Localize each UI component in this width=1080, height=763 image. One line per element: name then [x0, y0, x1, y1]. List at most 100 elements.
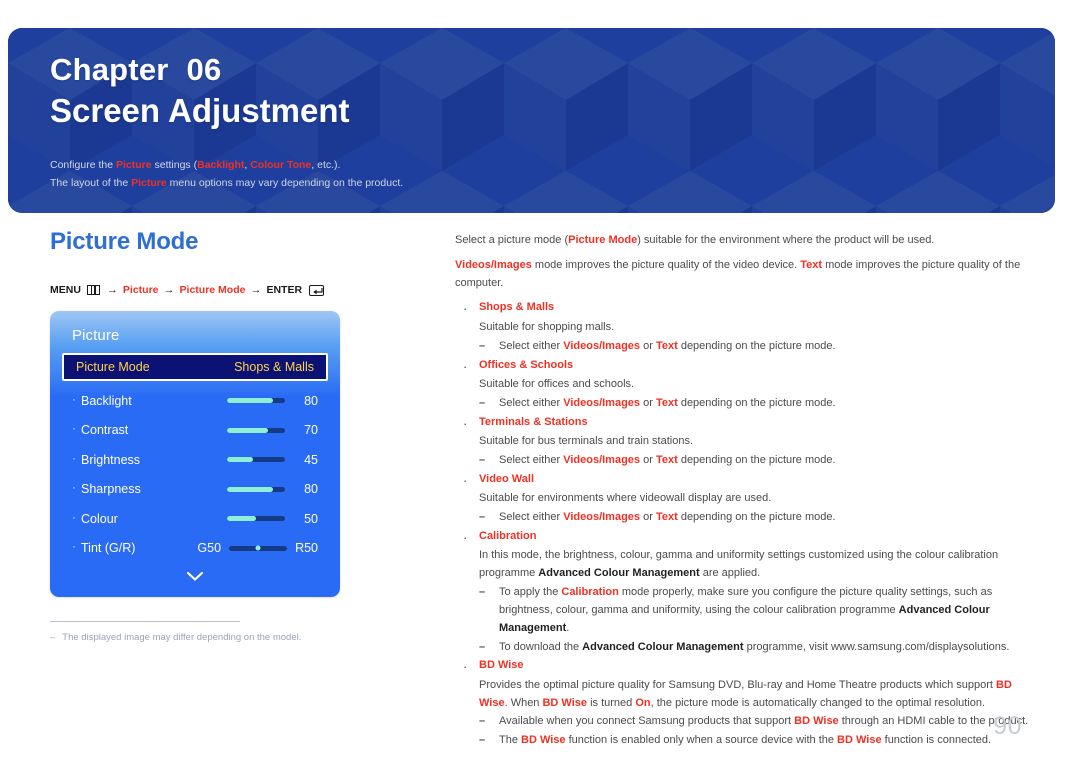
- option-heading: · Offices & Schools: [455, 357, 1035, 377]
- text: or: [640, 339, 656, 352]
- bullet-icon: ·: [463, 529, 468, 545]
- option-title: Shops & Malls: [479, 301, 555, 314]
- slider-fill: [227, 427, 268, 433]
- osd-slider-brightness[interactable]: [227, 457, 285, 463]
- osd-slider-tint[interactable]: [229, 545, 288, 551]
- option-heading: · Shops & Malls: [455, 299, 1035, 319]
- enter-key-icon: [309, 284, 325, 296]
- right-column: Select a picture mode (Picture Mode) sui…: [455, 232, 1035, 751]
- text: Provides the optimal picture quality for…: [479, 678, 997, 691]
- osd-row-label: Tint (G/R): [81, 541, 136, 556]
- text: , the picture mode is automatically chan…: [650, 696, 986, 709]
- option-subnote: – To apply the Calibration mode properly…: [479, 584, 1035, 637]
- highlight-backlight: Backlight: [197, 159, 245, 172]
- highlight-videos-images: Videos/Images: [563, 511, 641, 524]
- highlight-calibration: Calibration: [561, 586, 619, 599]
- highlight-colour-tone: Colour Tone: [250, 159, 312, 172]
- option-title: BD Wise: [479, 659, 524, 672]
- slider-fill: [227, 457, 254, 463]
- highlight-picture: Picture: [131, 177, 167, 190]
- dash-icon: –: [479, 454, 486, 466]
- banner-desc-line-2: The layout of the Picture menu options m…: [50, 174, 1055, 192]
- list-item: · Offices & Schools Suitable for offices…: [455, 357, 1035, 413]
- page-title: Picture Mode: [50, 228, 199, 255]
- arrow-icon: →: [250, 284, 262, 296]
- footnote: – The displayed image may differ dependi…: [50, 631, 340, 645]
- slider-fill: [227, 516, 256, 522]
- bullet-icon: ·: [463, 472, 468, 488]
- osd-row-backlight[interactable]: · Backlight 80: [60, 386, 330, 416]
- chapter-banner: Chapter 06 Screen Adjustment Configure th…: [8, 28, 1055, 213]
- option-heading: · Video Wall: [455, 471, 1035, 491]
- option-description: In this mode, the brightness, colour, ga…: [479, 547, 1035, 583]
- highlight-text: Text: [655, 339, 678, 352]
- chapter-label: Chapter: [50, 52, 169, 87]
- osd-row-brightness[interactable]: · Brightness 45: [60, 445, 330, 475]
- osd-picture-menu[interactable]: Picture Picture Mode Shops & Malls · Bac…: [50, 311, 340, 597]
- slider-knob[interactable]: [255, 545, 261, 551]
- option-description: Suitable for bus terminals and train sta…: [479, 435, 694, 448]
- bold-advanced-colour-management: Advanced Colour Management: [538, 567, 700, 580]
- osd-row-colour[interactable]: · Colour 50: [60, 504, 330, 534]
- osd-bullet-icon: ·: [72, 450, 76, 465]
- text: depending on the picture mode.: [677, 339, 836, 352]
- osd-scroll-down[interactable]: [50, 563, 340, 587]
- banner-description: Configure the Picture settings (Backligh…: [50, 156, 1055, 192]
- osd-slider-colour[interactable]: [227, 516, 285, 522]
- text: depending on the picture mode.: [677, 396, 836, 409]
- option-description: Suitable for offices and schools.: [479, 378, 635, 391]
- option-subnote: – Select either Videos/Images or Text de…: [479, 452, 1035, 470]
- text: are applied.: [699, 567, 761, 580]
- chapter-number: 06: [186, 52, 222, 87]
- text: function is connected.: [881, 734, 992, 747]
- text: function is enabled only when a source d…: [565, 734, 838, 747]
- menu-label: MENU: [50, 284, 81, 296]
- osd-row-label: Picture Mode: [76, 360, 150, 374]
- footnote-text: The displayed image may differ depending…: [62, 632, 302, 643]
- banner-desc-line-1: Configure the Picture settings (Backligh…: [50, 156, 1055, 174]
- text: , etc.).: [311, 159, 341, 172]
- osd-slider-backlight[interactable]: [227, 398, 285, 404]
- osd-row-label: Sharpness: [81, 482, 141, 497]
- slider-fill: [227, 486, 274, 492]
- manual-page: Chapter 06 Screen Adjustment Configure th…: [0, 0, 1080, 763]
- osd-row-contrast[interactable]: · Contrast 70: [60, 416, 330, 446]
- dash-icon: –: [479, 586, 486, 599]
- subnote-text: Select either Videos/Images or Text depe…: [499, 395, 1035, 413]
- subnote-text: Select either Videos/Images or Text depe…: [499, 338, 1035, 356]
- subnote-text: Select either Videos/Images or Text depe…: [499, 452, 1035, 470]
- option-subnote: – Select either Videos/Images or Text de…: [479, 338, 1035, 356]
- osd-row-tint[interactable]: · Tint (G/R) G50 R50: [60, 534, 330, 564]
- tint-left-label: G50: [197, 541, 222, 556]
- osd-bullet-icon: ·: [72, 421, 76, 436]
- text: . When: [504, 696, 543, 709]
- option-subnote: – Select either Videos/Images or Text de…: [479, 509, 1035, 527]
- arrow-icon: →: [163, 284, 175, 296]
- footnote-block: – The displayed image may differ dependi…: [50, 621, 340, 645]
- text: The layout of the: [50, 177, 132, 190]
- tint-right-label: R50: [295, 541, 318, 556]
- list-item: · Shops & Malls Suitable for shopping ma…: [455, 299, 1035, 355]
- highlight-bd-wise: BD Wise: [794, 715, 839, 728]
- osd-bullet-icon: ·: [72, 509, 76, 524]
- osd-row-sharpness[interactable]: · Sharpness 80: [60, 475, 330, 505]
- option-title: Offices & Schools: [479, 358, 574, 371]
- enter-label: ENTER: [266, 284, 303, 296]
- osd-row-picture-mode[interactable]: Picture Mode Shops & Malls: [62, 353, 328, 381]
- osd-row-value: 70: [304, 423, 318, 438]
- option-description: Suitable for shopping malls.: [479, 320, 615, 333]
- dash-icon: –: [479, 734, 486, 747]
- intro-paragraph-1: Select a picture mode (Picture Mode) sui…: [455, 232, 1035, 250]
- osd-slider-contrast[interactable]: [227, 427, 285, 433]
- footnote-dash-icon: –: [50, 632, 56, 643]
- osd-bullet-icon: ·: [72, 539, 76, 554]
- osd-title: Picture: [72, 327, 120, 344]
- list-item: · BD Wise Provides the optimal picture q…: [455, 657, 1035, 750]
- option-subnote: – Select either Videos/Images or Text de…: [479, 395, 1035, 413]
- osd-slider-sharpness[interactable]: [227, 486, 285, 492]
- option-description: Suitable for environments where videowal…: [479, 492, 772, 505]
- highlight-on: On: [635, 696, 651, 709]
- text: depending on the picture mode.: [677, 454, 836, 466]
- option-title: Calibration: [479, 529, 537, 542]
- bullet-icon: ·: [463, 301, 468, 317]
